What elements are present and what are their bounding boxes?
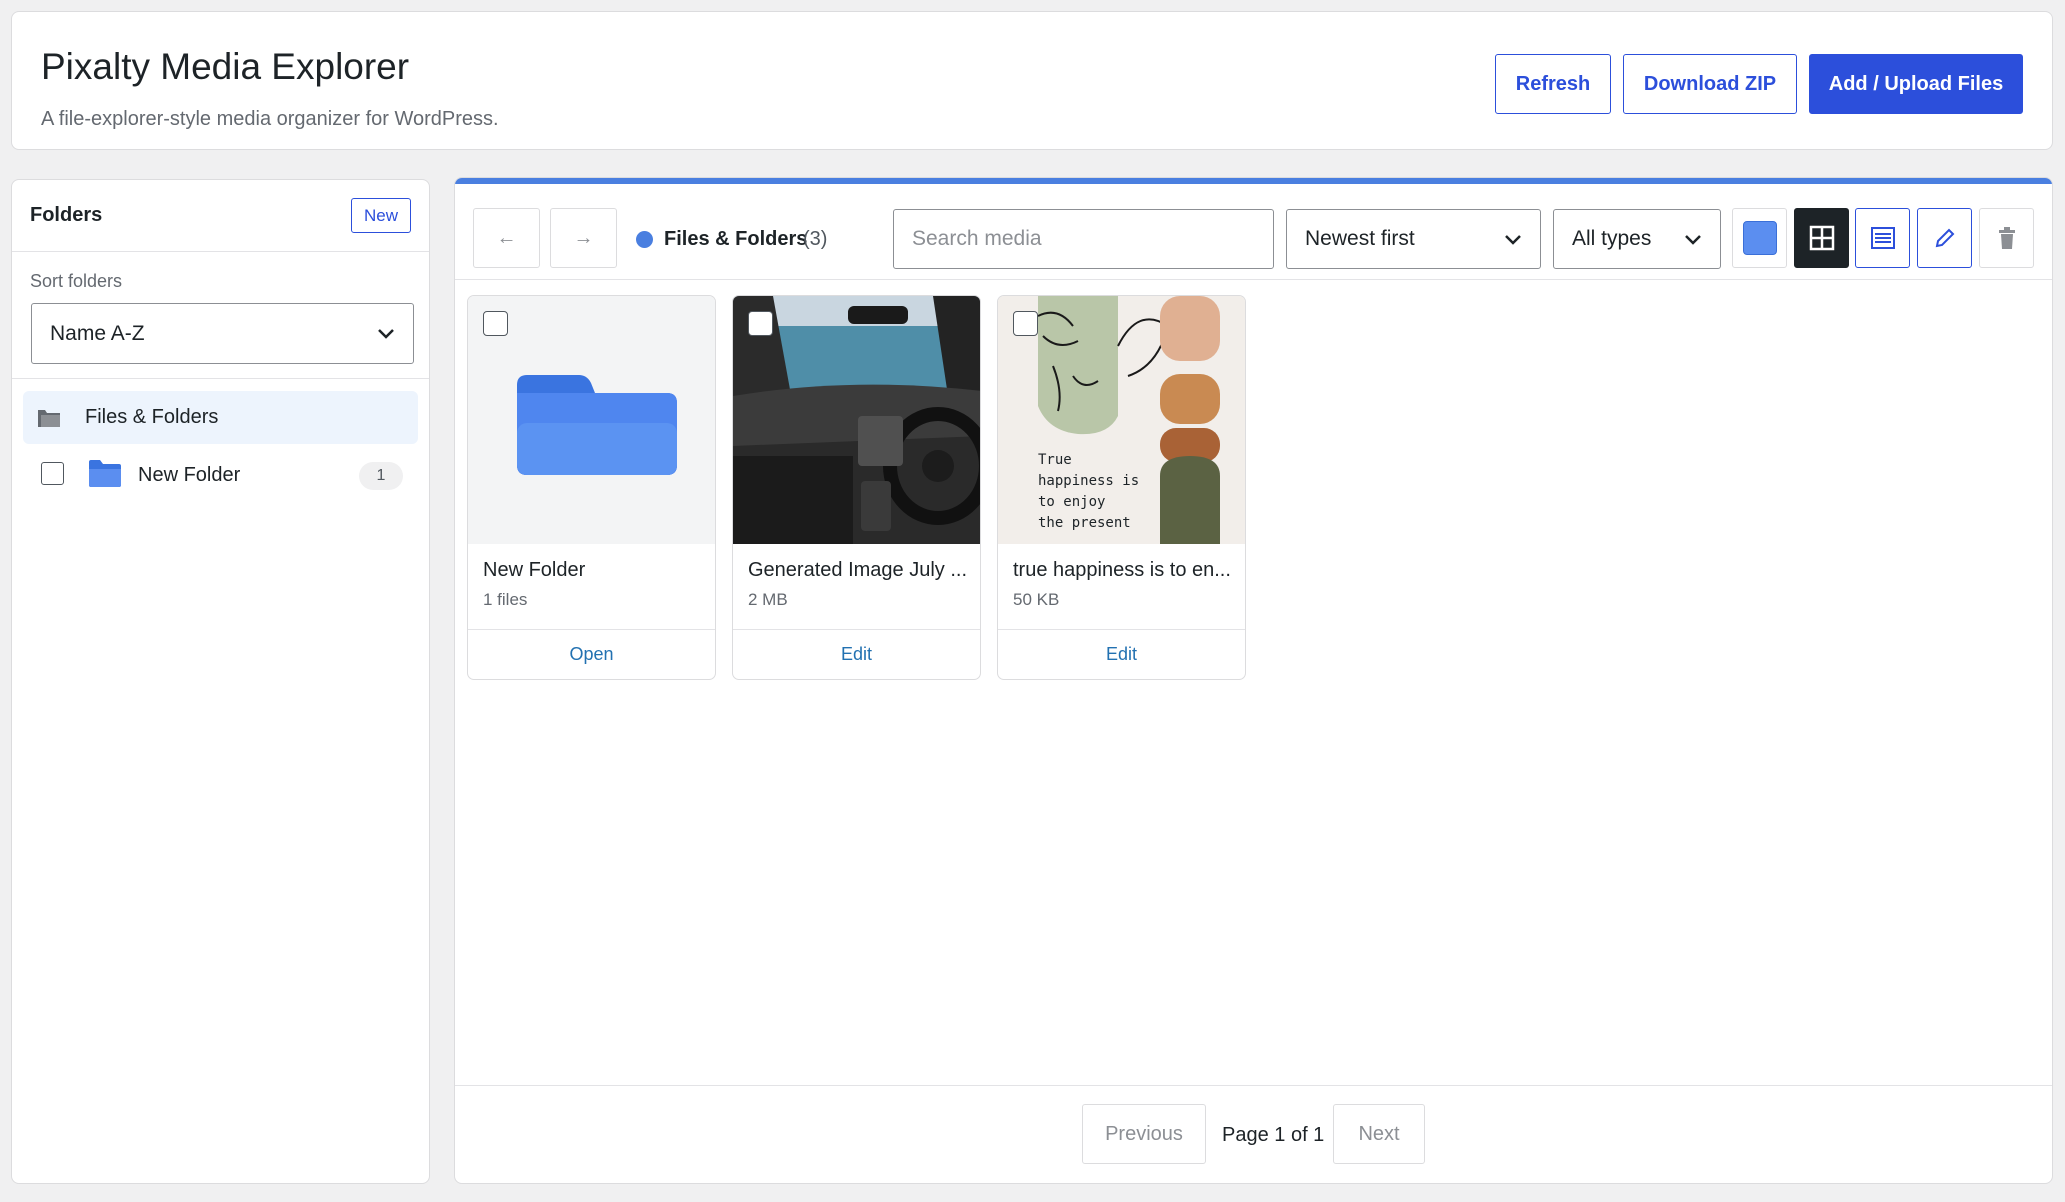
trash-icon [1998,227,2015,249]
page-title: Pixalty Media Explorer [41,46,410,87]
poster-text: True happiness is to enjoy the present [1038,452,1140,531]
folder-icon [517,375,677,475]
folder-icon [89,460,121,487]
back-button[interactable]: ← [473,208,540,268]
delete-button[interactable] [1979,208,2034,268]
grid-icon [1809,225,1834,251]
folder-icon [38,410,60,427]
next-page-button[interactable]: Next [1333,1104,1425,1164]
color-swatch-icon [1742,221,1777,255]
page-indicator: Page 1 of 1 [1222,1124,1325,1146]
media-card-folder[interactable]: New Folder 1 files Open [467,295,716,680]
forward-button[interactable]: → [550,208,617,268]
pencil-icon [1935,228,1954,248]
chevron-down-icon [1685,235,1701,245]
grid-view-button[interactable] [1794,208,1849,268]
type-filter-select[interactable]: All types [1553,209,1721,269]
item-checkbox[interactable] [483,311,508,336]
upload-files-button[interactable]: Add / Upload Files [1809,54,2023,114]
item-name: New Folder [483,559,586,581]
new-folder-button[interactable]: New [351,198,411,233]
chevron-down-icon [378,329,394,339]
arrow-right-icon: → [573,226,594,249]
folder-count-badge: 1 [359,462,403,490]
arrow-left-icon: ← [496,226,517,249]
edit-link[interactable]: Edit [998,629,1245,679]
item-meta: 1 files [483,590,528,609]
sort-media-value: Newest first [1305,227,1415,250]
chevron-down-icon [1505,235,1521,245]
page-subtitle: A file-explorer-style media organizer fo… [41,108,499,130]
item-checkbox[interactable] [748,311,773,336]
folders-sidebar: Folders New Sort folders Name A-Z Files … [11,179,430,1184]
folder-checkbox[interactable] [41,462,64,485]
media-card-image[interactable]: True happiness is to enjoy the present t… [997,295,1246,680]
item-name: true happiness is to en... [1013,559,1231,581]
pagination: Previous Page 1 of 1 Next [455,1085,2052,1183]
item-meta: 2 MB [748,590,788,609]
tree-root-label: Files & Folders [85,406,219,428]
sort-media-select[interactable]: Newest first [1286,209,1541,269]
media-card-image[interactable]: Generated Image July ... 2 MB Edit [732,295,981,680]
sidebar-heading: Folders [30,204,103,226]
sort-folders-select[interactable]: Name A-Z [31,303,414,364]
breadcrumb[interactable]: Files & Folders [664,228,807,251]
refresh-button[interactable]: Refresh [1495,54,1611,114]
edit-link[interactable]: Edit [733,629,980,679]
rename-button[interactable] [1917,208,1972,268]
item-count: (3) [803,228,828,250]
item-name: Generated Image July ... [748,559,968,581]
media-panel: ← → Files & Folders (3) Search media New… [454,177,2053,1184]
sidebar-header: Folders New [12,180,429,252]
media-toolbar: ← → Files & Folders (3) Search media New… [455,184,2052,280]
list-icon [1870,227,1895,249]
tree-item-new-folder[interactable]: New Folder 1 [23,450,418,500]
sort-folders-value: Name A-Z [50,321,145,345]
download-zip-button[interactable]: Download ZIP [1623,54,1797,114]
sidebar-divider [12,378,429,379]
color-picker-button[interactable] [1732,208,1787,268]
tree-item-label: New Folder [138,464,241,486]
previous-page-button[interactable]: Previous [1082,1104,1206,1164]
item-meta: 50 KB [1013,590,1060,609]
item-checkbox[interactable] [1013,311,1038,336]
list-view-button[interactable] [1855,208,1910,268]
breadcrumb-dot [636,231,653,248]
search-input[interactable]: Search media [893,209,1274,269]
sort-folders-label: Sort folders [30,271,123,291]
app-header: Pixalty Media Explorer A file-explorer-s… [11,11,2053,150]
tree-item-root[interactable]: Files & Folders [23,391,418,444]
type-filter-value: All types [1572,227,1652,250]
open-link[interactable]: Open [468,629,715,679]
